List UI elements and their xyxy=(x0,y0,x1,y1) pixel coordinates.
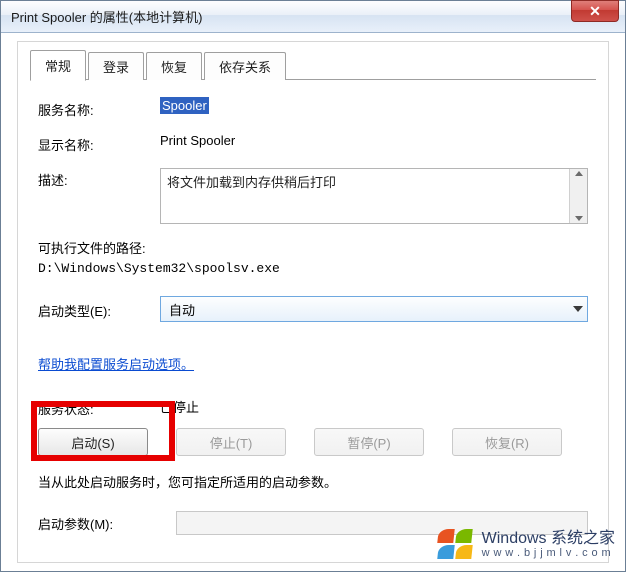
row-display-name: 显示名称: Print Spooler xyxy=(38,133,588,154)
watermark-text: Windows 系统之家 w w w . b j j m l v . c o m xyxy=(482,531,615,559)
pause-button: 暂停(P) xyxy=(314,428,424,456)
row-service-name: 服务名称: Spooler xyxy=(38,98,588,119)
row-startup-type: 启动类型(E): 自动 xyxy=(38,296,588,322)
tab-body-general: 服务名称: Spooler 显示名称: Print Spooler 描述: 将文… xyxy=(30,80,596,535)
display-name-label: 显示名称: xyxy=(38,133,160,154)
description-text: 将文件加载到内存供稍后打印 xyxy=(167,175,336,190)
row-status: 服务状态: 已停止 xyxy=(38,397,588,418)
startup-type-value: 自动 xyxy=(169,300,195,319)
properties-dialog: Print Spooler 的属性(本地计算机) ✕ 常规 登录 恢复 依存关系… xyxy=(0,0,626,572)
description-textarea[interactable]: 将文件加载到内存供稍后打印 xyxy=(160,168,588,224)
row-description: 描述: 将文件加载到内存供稍后打印 xyxy=(38,168,588,224)
chevron-down-icon xyxy=(573,306,583,312)
scroll-down-icon xyxy=(575,216,583,221)
close-icon: ✕ xyxy=(589,4,601,18)
description-scrollbar[interactable] xyxy=(569,169,587,223)
service-name-label: 服务名称: xyxy=(38,98,160,119)
exe-path-block: 可执行文件的路径: D:\Windows\System32\spoolsv.ex… xyxy=(38,238,588,276)
watermark: Windows 系统之家 w w w . b j j m l v . c o m xyxy=(434,527,615,563)
window-title: Print Spooler 的属性(本地计算机) xyxy=(11,7,202,26)
service-name-text: Spooler xyxy=(160,97,209,114)
description-label: 描述: xyxy=(38,168,160,189)
titlebar: Print Spooler 的属性(本地计算机) ✕ xyxy=(1,1,625,33)
startup-type-combo[interactable]: 自动 xyxy=(160,296,588,322)
tab-strip: 常规 登录 恢复 依存关系 xyxy=(30,52,596,80)
startup-type-label: 启动类型(E): xyxy=(38,299,160,320)
exe-path-value: D:\Windows\System32\spoolsv.exe xyxy=(38,261,588,276)
stop-button: 停止(T) xyxy=(176,428,286,456)
client-area: 常规 登录 恢复 依存关系 服务名称: Spooler 显示名称: Print … xyxy=(17,41,609,563)
close-button[interactable]: ✕ xyxy=(571,0,619,22)
tab-general[interactable]: 常规 xyxy=(30,50,86,81)
resume-button: 恢复(R) xyxy=(452,428,562,456)
status-value: 已停止 xyxy=(160,397,588,416)
help-link[interactable]: 帮助我配置服务启动选项。 xyxy=(38,354,194,373)
service-control-buttons: 启动(S) 停止(T) 暂停(P) 恢复(R) xyxy=(38,428,588,456)
service-name-value: Spooler xyxy=(160,98,588,113)
watermark-line1: Windows 系统之家 xyxy=(482,531,615,548)
status-label: 服务状态: xyxy=(38,397,160,418)
exe-path-label: 可执行文件的路径: xyxy=(38,238,588,257)
scroll-up-icon xyxy=(575,171,583,176)
watermark-line2: w w w . b j j m l v . c o m xyxy=(482,548,615,560)
startup-hint: 当从此处启动服务时，您可指定所适用的启动参数。 xyxy=(38,472,588,491)
start-params-label: 启动参数(M): xyxy=(38,514,160,533)
tab-recovery[interactable]: 恢复 xyxy=(146,52,202,80)
start-button[interactable]: 启动(S) xyxy=(38,428,148,456)
windows-logo-icon xyxy=(434,527,474,563)
display-name-value: Print Spooler xyxy=(160,133,588,148)
tab-dependencies[interactable]: 依存关系 xyxy=(204,52,286,80)
tab-logon[interactable]: 登录 xyxy=(88,52,144,80)
